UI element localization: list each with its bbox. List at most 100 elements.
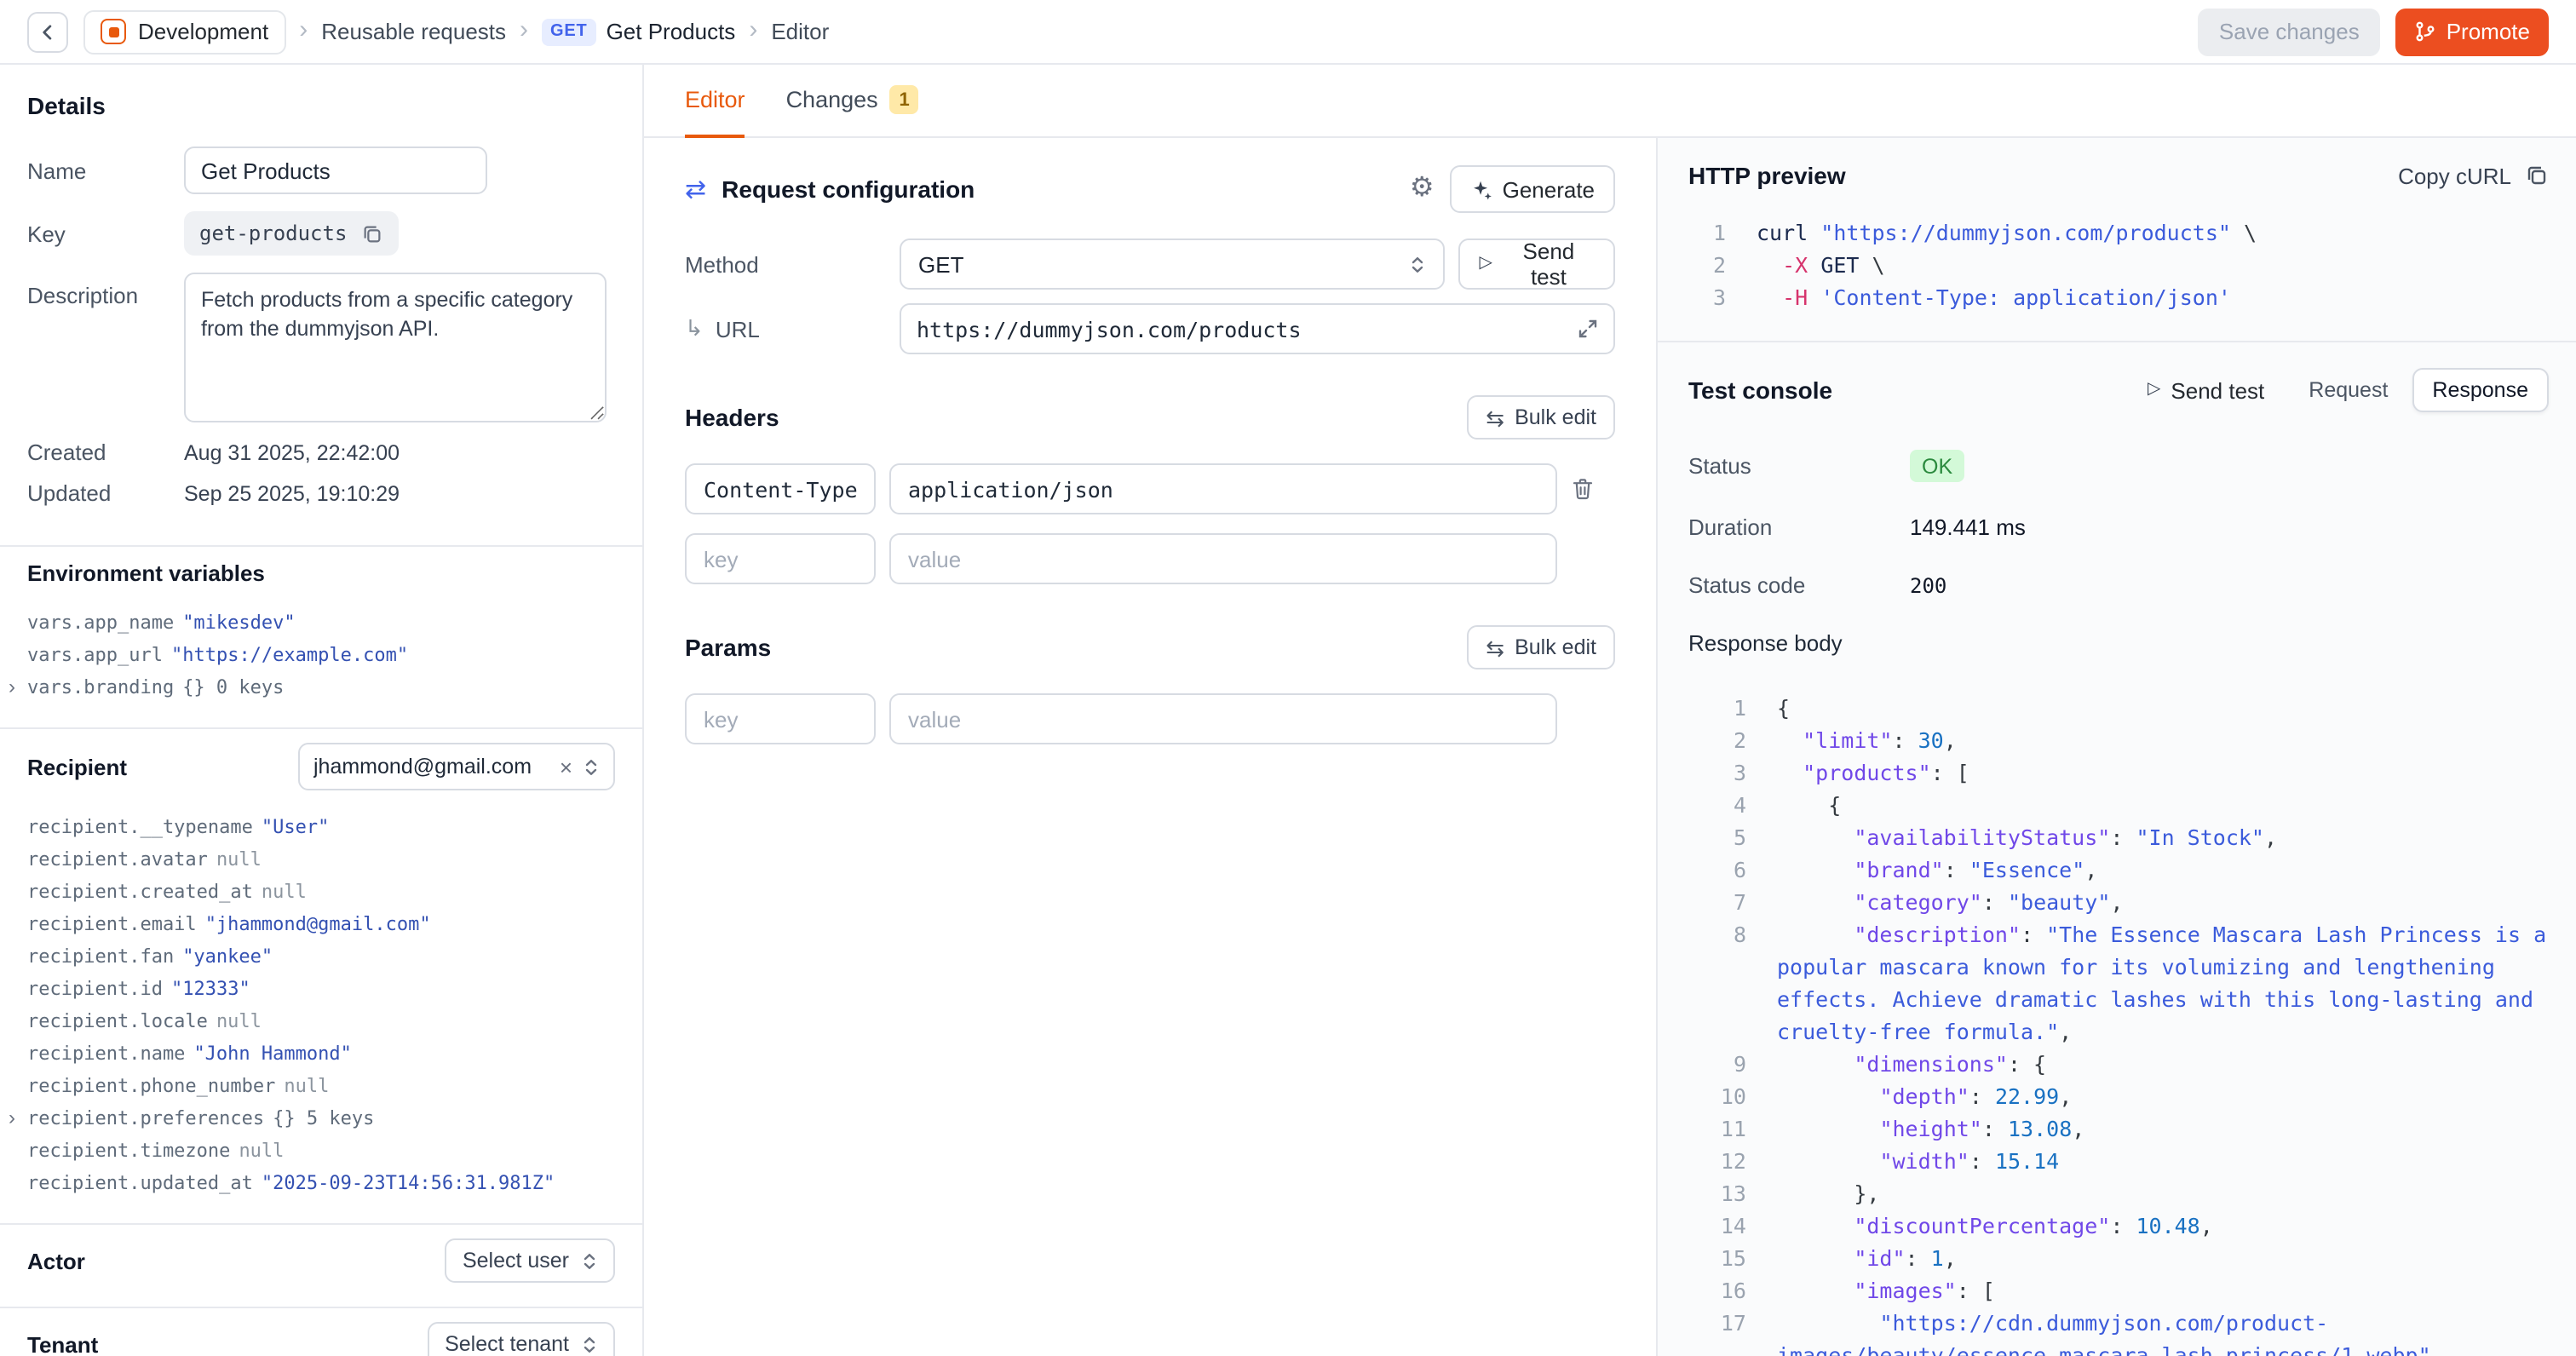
tenant-select[interactable]: Select tenant (428, 1322, 615, 1356)
tenant-title: Tenant (27, 1331, 98, 1356)
status-badge: OK (1910, 450, 1964, 482)
variable-row: recipient.name"John Hammond" (27, 1037, 615, 1070)
code-line: 2 "limit": 30, (1688, 724, 2549, 756)
body: Details Name Key get-products Descri (0, 65, 2576, 1356)
clear-recipient-button[interactable]: × (560, 756, 572, 778)
method-row: Method GET ▷ Send test (685, 238, 1615, 290)
name-field-row: Name (27, 147, 615, 194)
recipient-select[interactable]: jhammond@gmail.com × (298, 743, 615, 790)
url-input[interactable] (917, 316, 1564, 342)
updated-value: Sep 25 2025, 19:10:29 (184, 481, 400, 505)
line-number: 2 (1688, 249, 1726, 281)
environment-selector[interactable]: Development (83, 9, 285, 54)
code-line: 14 "discountPercentage": 10.48, (1688, 1209, 2549, 1242)
variable-row[interactable]: ›recipient.preferences{} 5 keys (27, 1102, 615, 1135)
tab-bar: Editor Changes 1 (644, 65, 2576, 138)
header-key-input[interactable] (685, 463, 876, 514)
send-test-button[interactable]: ▷ Send test (1458, 238, 1615, 290)
param-value-input[interactable] (889, 693, 1557, 744)
code-line: 7 "category": "beauty", (1688, 886, 2549, 918)
code-line: 12 "width": 15.14 (1688, 1145, 2549, 1177)
code-line: 1curl "https://dummyjson.com/products" \ (1688, 216, 2549, 249)
tab-request[interactable]: Request (2288, 368, 2408, 412)
expand-chevron-icon[interactable]: › (9, 1102, 15, 1135)
url-arrow-icon: ↳ (685, 315, 704, 342)
environment-label: Development (138, 19, 268, 44)
back-button[interactable] (27, 11, 68, 52)
method-select[interactable]: GET (900, 238, 1445, 290)
code-line: 8 "description": "The Essence Mascara La… (1688, 918, 2549, 1048)
save-changes-button[interactable]: Save changes (2199, 8, 2380, 55)
delete-header-button[interactable] (1571, 477, 1595, 501)
code-line: 16 "images": [ (1688, 1274, 2549, 1307)
copy-key-button[interactable] (360, 222, 382, 244)
variable-value: null (284, 1070, 329, 1102)
duration-value: 149.441 ms (1910, 514, 2026, 540)
tab-editor[interactable]: Editor (685, 65, 745, 138)
key-value: get-products (199, 221, 347, 245)
header-key-input[interactable] (685, 533, 876, 584)
copy-icon (360, 222, 382, 244)
description-textarea[interactable] (184, 273, 607, 422)
params-section-header: Params ⇆ Bulk edit (685, 625, 1615, 669)
param-key-input[interactable] (685, 693, 876, 744)
variable-row: recipient.localenull (27, 1005, 615, 1037)
code-line: 3 -H 'Content-Type: application/json' (1688, 281, 2549, 313)
generate-button[interactable]: Generate (1450, 165, 1615, 213)
line-number: 17 (1688, 1307, 1746, 1356)
variable-key: recipient.name (27, 1037, 185, 1070)
header-value-input[interactable] (889, 463, 1557, 514)
details-title: Details (27, 92, 615, 119)
gear-icon: ⚙ (1410, 175, 1435, 203)
environment-variables-list: vars.app_name"mikesdev"vars.app_url"http… (27, 606, 615, 704)
environment-icon (101, 19, 126, 44)
sparkle-icon (1470, 178, 1492, 200)
variable-key: recipient.updated_at (27, 1167, 253, 1199)
response-body-label: Response body (1688, 630, 2549, 656)
header-value-input[interactable] (889, 533, 1557, 584)
breadcrumb-reusable-requests[interactable]: Reusable requests (321, 19, 506, 44)
variable-value: "User" (262, 811, 330, 843)
description-label: Description (27, 273, 184, 308)
variable-key: recipient.created_at (27, 876, 253, 908)
branch-icon (2414, 20, 2436, 43)
settings-gear-button[interactable]: ⚙ (1410, 175, 1435, 203)
code-line: 3 "products": [ (1688, 756, 2549, 789)
expand-chevron-icon[interactable]: › (9, 671, 15, 704)
description-field-row: Description (27, 273, 615, 422)
duration-label: Duration (1688, 514, 1910, 540)
variable-key: recipient.email (27, 908, 197, 940)
copy-curl-button[interactable]: Copy cURL (2398, 163, 2549, 188)
params-bulk-edit-button[interactable]: ⇆ Bulk edit (1467, 625, 1615, 669)
line-number: 14 (1688, 1209, 1746, 1242)
breadcrumb-request-name[interactable]: Get Products (607, 19, 736, 44)
request-configuration-header: ⇄ Request configuration ⚙ Generate (685, 138, 1615, 238)
headers-title: Headers (685, 404, 779, 431)
top-bar: Development › Reusable requests › GET Ge… (0, 0, 2576, 65)
chevron-updown-icon (581, 1335, 598, 1353)
variable-row[interactable]: ›vars.branding{} 0 keys (27, 671, 615, 704)
variable-value: "12333" (171, 973, 250, 1005)
variable-value: {} 0 keys (182, 671, 284, 704)
test-console-title: Test console (1688, 376, 1832, 404)
url-input-shell (900, 303, 1615, 354)
tab-changes[interactable]: Changes 1 (786, 65, 919, 138)
actor-section: Actor Select user (0, 1225, 642, 1307)
line-number: 1 (1688, 216, 1726, 249)
status-code-label: Status code (1688, 572, 1910, 598)
play-icon: ▷ (2148, 382, 2160, 399)
variable-row: recipient.avatarnull (27, 843, 615, 876)
console-send-test-button[interactable]: ▷ Send test (2148, 377, 2264, 403)
http-preview-header: HTTP preview Copy cURL (1688, 162, 2549, 189)
recipient-section: Recipient jhammond@gmail.com × recipient… (0, 729, 642, 1223)
actor-select[interactable]: Select user (446, 1238, 615, 1283)
expand-icon[interactable] (1578, 319, 1598, 339)
headers-bulk-edit-button[interactable]: ⇆ Bulk edit (1467, 395, 1615, 440)
promote-button[interactable]: Promote (2395, 8, 2549, 55)
tab-response[interactable]: Response (2412, 368, 2549, 412)
code-line: 4 { (1688, 789, 2549, 821)
variable-key: recipient.timezone (27, 1135, 230, 1167)
name-input[interactable] (184, 147, 487, 194)
app-window: Development › Reusable requests › GET Ge… (0, 0, 2576, 1356)
tenant-section: Tenant Select tenant (0, 1308, 642, 1356)
